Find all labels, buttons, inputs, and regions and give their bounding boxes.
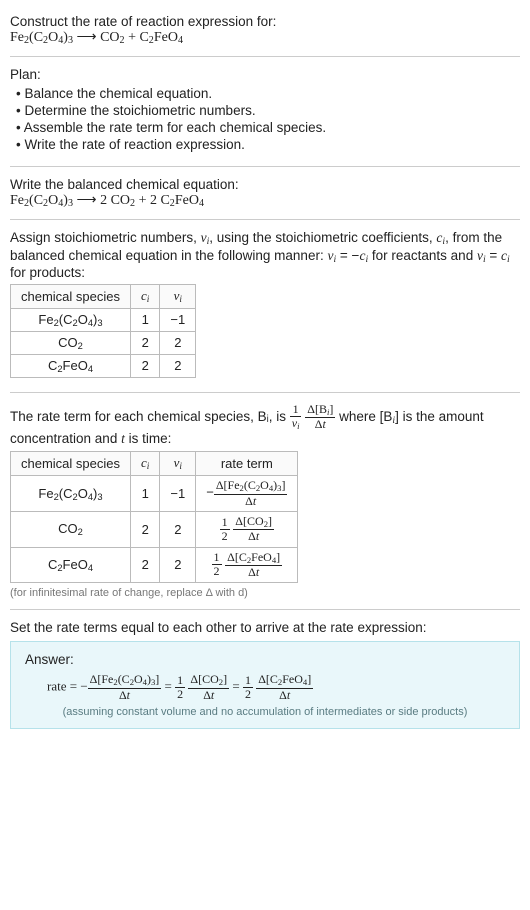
cell: 2 xyxy=(131,354,160,377)
cell: 1 xyxy=(131,476,160,512)
table-row: C2FeO4 2 2 12 Δ[C2FeO4]Δt xyxy=(11,547,298,583)
cell-species: C2FeO4 xyxy=(11,354,131,377)
cell-species: Fe2(C2O4)3 xyxy=(11,308,131,331)
balanced-block: Write the balanced chemical equation: Fe… xyxy=(10,171,520,215)
stoich-block: Assign stoichiometric numbers, νi, using… xyxy=(10,224,520,387)
answer-box: Answer: rate = −Δ[Fe2(C2O4)3]Δt = 12 Δ[C… xyxy=(10,641,520,729)
plan-list: Balance the chemical equation. Determine… xyxy=(16,86,520,152)
fraction-icon: Δ[Bi]Δt xyxy=(305,403,335,432)
table-row: CO2 2 2 12 Δ[CO2]Δt xyxy=(11,512,298,548)
cell: −1 xyxy=(160,308,196,331)
set-equal-text: Set the rate terms equal to each other t… xyxy=(10,620,520,635)
cell: 2 xyxy=(160,547,196,583)
col-header: ci xyxy=(131,284,160,308)
plan-item: Balance the chemical equation. xyxy=(16,86,520,101)
cell: 2 xyxy=(131,547,160,583)
cell: 2 xyxy=(131,512,160,548)
rate-term-table: chemical species ci νi rate term Fe2(C2O… xyxy=(10,451,298,583)
balanced-equation: Fe2(C2O4)3 ⟶ 2 CO2 + 2 C2FeO4 xyxy=(10,192,520,209)
cell: 2 xyxy=(160,354,196,377)
col-header: νi xyxy=(160,452,196,476)
rate-term-block: The rate term for each chemical species,… xyxy=(10,397,520,605)
col-header: chemical species xyxy=(11,452,131,476)
divider xyxy=(10,609,520,610)
plan-block: Plan: Balance the chemical equation. Det… xyxy=(10,61,520,162)
table-row: Fe2(C2O4)3 1 −1 −Δ[Fe2(C2O4)3]Δt xyxy=(11,476,298,512)
plan-item: Determine the stoichiometric numbers. xyxy=(16,103,520,118)
cell-rate: 12 Δ[CO2]Δt xyxy=(196,512,298,548)
table-row: CO2 2 2 xyxy=(11,331,196,354)
fraction-icon: 1νi xyxy=(290,403,302,432)
col-header: chemical species xyxy=(11,284,131,308)
table-header-row: chemical species ci νi rate term xyxy=(11,452,298,476)
answer-note: (assuming constant volume and no accumul… xyxy=(25,706,505,718)
cell-species: C2FeO4 xyxy=(11,547,131,583)
stoich-table: chemical species ci νi Fe2(C2O4)3 1 −1 C… xyxy=(10,284,196,378)
cell-species: CO2 xyxy=(11,512,131,548)
set-equal-block: Set the rate terms equal to each other t… xyxy=(10,614,520,735)
stoich-text: Assign stoichiometric numbers, νi, using… xyxy=(10,230,520,279)
title-text: Construct the rate of reaction expressio… xyxy=(10,14,520,29)
col-header: ci xyxy=(131,452,160,476)
answer-title: Answer: xyxy=(25,652,505,667)
plan-item: Assemble the rate term for each chemical… xyxy=(16,120,520,135)
plan-title: Plan: xyxy=(10,67,520,82)
rate-expression: rate = −Δ[Fe2(C2O4)3]Δt = 12 Δ[CO2]Δt = … xyxy=(25,667,505,706)
col-header: rate term xyxy=(196,452,298,476)
table-row: Fe2(C2O4)3 1 −1 xyxy=(11,308,196,331)
cell: 2 xyxy=(160,512,196,548)
col-header: νi xyxy=(160,284,196,308)
cell: 2 xyxy=(160,331,196,354)
balanced-title: Write the balanced chemical equation: xyxy=(10,177,520,192)
footnote: (for infinitesimal rate of change, repla… xyxy=(10,587,520,599)
divider xyxy=(10,392,520,393)
cell: 2 xyxy=(131,331,160,354)
plan-item: Write the rate of reaction expression. xyxy=(16,137,520,152)
divider xyxy=(10,219,520,220)
cell-species: Fe2(C2O4)3 xyxy=(11,476,131,512)
title-block: Construct the rate of reaction expressio… xyxy=(10,8,520,52)
divider xyxy=(10,56,520,57)
cell-species: CO2 xyxy=(11,331,131,354)
cell: −1 xyxy=(160,476,196,512)
table-header-row: chemical species ci νi xyxy=(11,284,196,308)
cell: 1 xyxy=(131,308,160,331)
unbalanced-equation: Fe2(C2O4)3 ⟶ CO2 + C2FeO4 xyxy=(10,29,520,46)
rate-term-text: The rate term for each chemical species,… xyxy=(10,403,520,448)
divider xyxy=(10,166,520,167)
table-row: C2FeO4 2 2 xyxy=(11,354,196,377)
cell-rate: 12 Δ[C2FeO4]Δt xyxy=(196,547,298,583)
cell-rate: −Δ[Fe2(C2O4)3]Δt xyxy=(196,476,298,512)
